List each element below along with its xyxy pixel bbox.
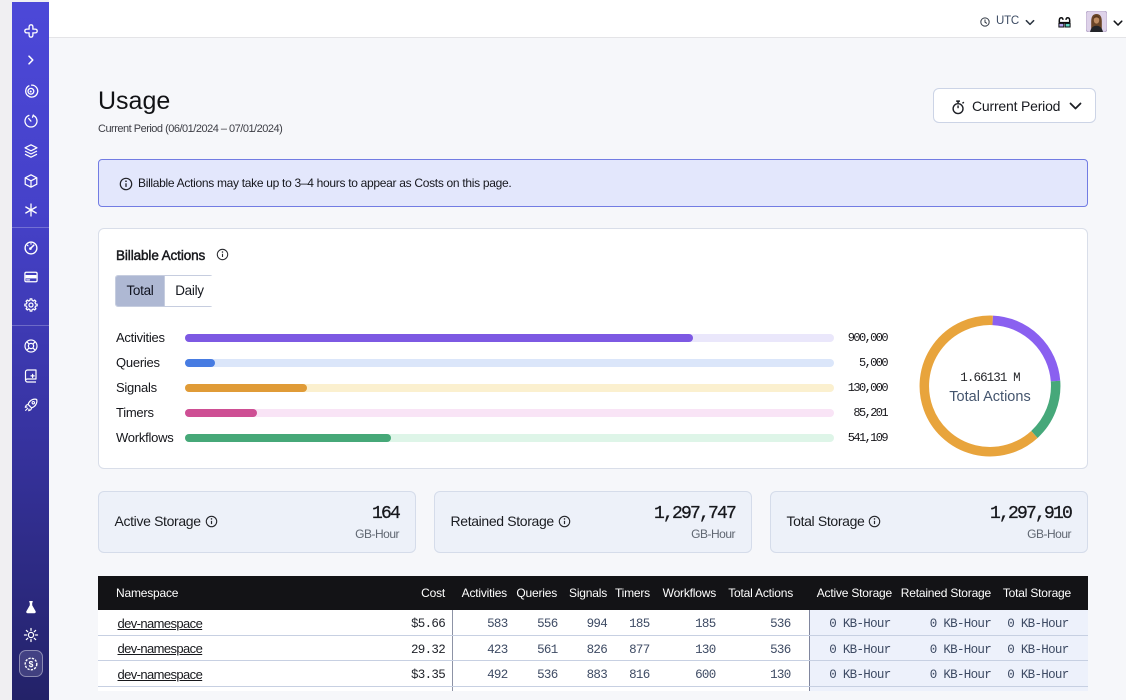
svg-text:$: $ [29, 659, 34, 669]
